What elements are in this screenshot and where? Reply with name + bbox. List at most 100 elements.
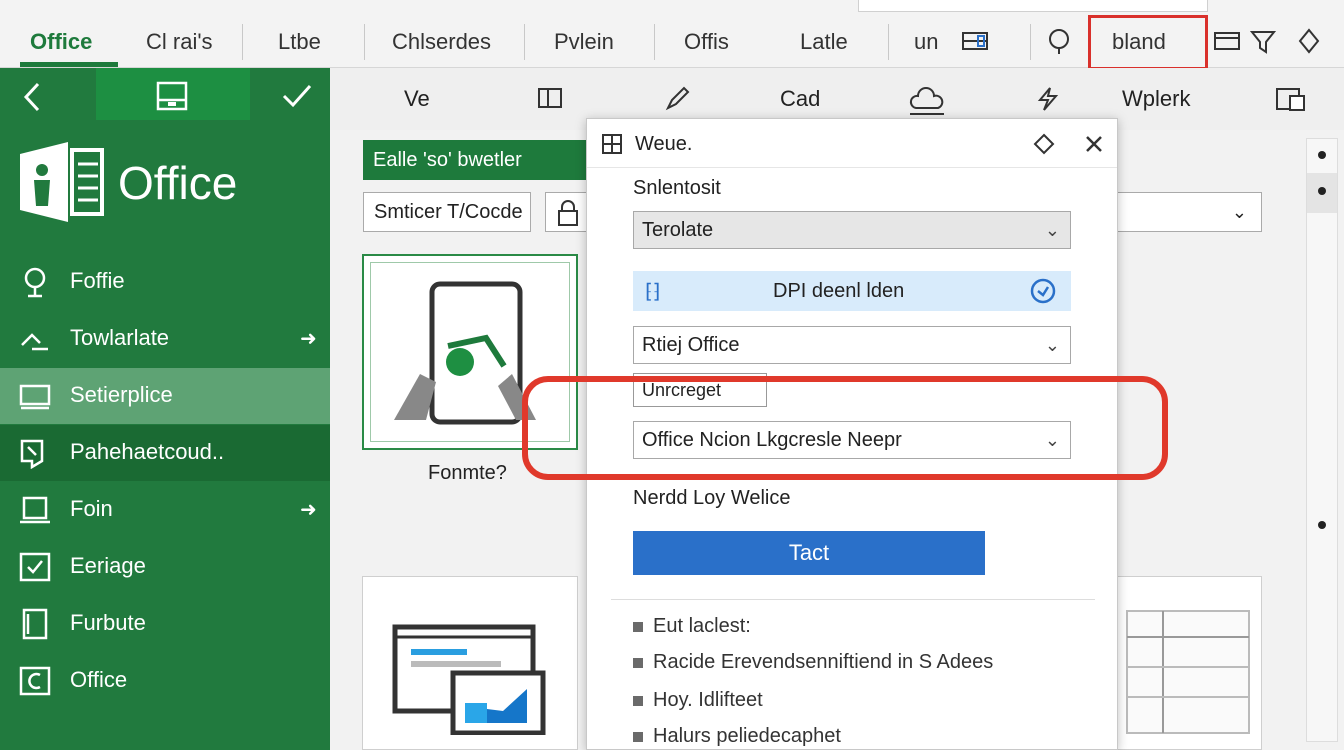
green-action-button[interactable]: Ealle 'so' bwetler [363, 140, 587, 180]
bullet-icon [633, 657, 643, 668]
office-select[interactable]: Rtiej Office ⌄ [633, 326, 1071, 364]
layout-icon[interactable] [536, 86, 566, 112]
devices-illustration [392, 624, 546, 735]
tab-4[interactable]: Chlserdes [392, 22, 491, 62]
sidebar-item-label: Office [70, 667, 128, 692]
tab-2[interactable]: Cl rai's [146, 22, 213, 62]
back-icon[interactable] [18, 80, 48, 114]
list-item: Halurs peliedecaphet [633, 725, 841, 748]
office-square-icon [19, 666, 51, 696]
tab-3[interactable]: Ltbe [278, 22, 321, 62]
active-tab-underline [20, 62, 118, 67]
sidebar-item-6[interactable]: Eeriage [0, 539, 330, 595]
close-icon[interactable] [1083, 133, 1105, 155]
sidebar-item-2[interactable]: Towlarlate ➜ [0, 311, 330, 367]
tab-divider [654, 24, 655, 60]
sidebar-header [0, 68, 330, 124]
primary-button[interactable]: Tact [633, 531, 985, 575]
cloud-icon[interactable] [908, 86, 946, 116]
right-dropdown[interactable]: ⌄ [1110, 192, 1262, 232]
document-edit-icon [20, 439, 44, 469]
monitor-icon [19, 384, 51, 410]
dialog-divider [611, 599, 1095, 600]
list-item: Hoy. Idlifteet [633, 689, 763, 712]
list-item-text: Eut laclest: [653, 615, 751, 637]
tab-6[interactable]: Offis [684, 22, 729, 62]
diamond-icon[interactable] [1033, 133, 1055, 155]
card-caption: Fonmte? [428, 462, 507, 484]
dialog-title: Weue. [635, 133, 693, 155]
sidebar-item-label: Foin [70, 496, 113, 521]
info-bar-text: DPI deenl lden [773, 280, 905, 302]
checkmark-icon[interactable] [280, 80, 314, 112]
tab-divider [888, 24, 889, 60]
tab-7[interactable]: Latle [800, 22, 848, 62]
chevron-down-icon: ⌄ [1044, 335, 1060, 355]
lightbulb-icon[interactable] [1044, 26, 1074, 56]
lock-field[interactable] [545, 192, 589, 232]
panel-icon[interactable] [1274, 86, 1308, 114]
refresh-icon[interactable] [1029, 277, 1057, 305]
list-item-text: Racide Erevendsenniftiend in S Adees [653, 651, 994, 673]
right-scrollbar[interactable] [1306, 138, 1338, 742]
sidebar-item-label: Setierplice [70, 382, 173, 407]
office-logo-icon [20, 142, 104, 222]
search-field[interactable]: Smticer T/Cocde [363, 192, 531, 232]
list-item-text: Halurs peliedecaphet [653, 725, 841, 747]
sidebar-item-4[interactable]: Pahehaetcoud.. [0, 425, 330, 481]
sheet-thumbnail [1126, 610, 1250, 734]
sidebar-item-7[interactable]: Furbute [0, 596, 330, 652]
sidebar-item-5[interactable]: Foin ➜ [0, 482, 330, 538]
dialog-section2-label: Nerdd Loy Welice [633, 487, 791, 509]
chevron-down-icon: ⌄ [1044, 220, 1060, 240]
highlight-box [1088, 15, 1208, 70]
template-select[interactable]: Terolate ⌄ [633, 211, 1071, 249]
dialog-header-divider [587, 167, 1117, 168]
laptop-icon [20, 496, 50, 524]
list-item: Eut laclest: [633, 615, 751, 638]
tab-divider [1030, 24, 1031, 60]
sidebar-item-8[interactable]: Office [0, 653, 330, 709]
tab-office[interactable]: Office [30, 22, 92, 62]
bullet-icon [633, 695, 643, 706]
chevron-down-icon: ⌄ [1231, 202, 1247, 222]
list-item-text: Hoy. Idlifteet [653, 689, 763, 711]
ribbon-icon[interactable] [960, 26, 990, 56]
tab-5[interactable]: Pvlein [554, 22, 614, 62]
save-icon[interactable] [154, 80, 190, 112]
select-value: Terolate [642, 219, 714, 241]
bullet-icon [633, 731, 643, 742]
top-search-box[interactable] [858, 0, 1208, 12]
tab-8[interactable]: un [914, 22, 938, 62]
chevron-right-icon: ➜ [300, 328, 317, 350]
scroll-dot-icon [1318, 151, 1326, 159]
top-tab-bar: Office Cl rai's Ltbe Chlserdes Pvlein Of… [0, 0, 1344, 70]
sidebar-item-1[interactable]: Foffie [0, 254, 330, 310]
window-icon[interactable] [1212, 26, 1242, 56]
filter-icon[interactable] [1248, 26, 1278, 56]
lock-icon [558, 200, 578, 226]
grid-icon [602, 134, 622, 154]
pin-icon[interactable] [1294, 26, 1324, 56]
heart-pin-icon [24, 267, 46, 298]
pencil-icon[interactable] [664, 86, 692, 112]
scroll-dot-icon [1318, 187, 1326, 195]
bullet-icon [633, 621, 643, 632]
scroll-dot-icon [1318, 521, 1326, 529]
template-card-2[interactable] [362, 576, 578, 750]
toolbar-cad[interactable]: Cad [780, 86, 820, 112]
sidebar-item-label: Foffie [70, 268, 125, 293]
template-card-3[interactable] [1112, 576, 1262, 750]
sidebar-brand: Office [118, 157, 238, 209]
sidebar-item-3[interactable]: Setierplice [0, 368, 330, 424]
toolbar-wplerk[interactable]: Wplerk [1122, 86, 1190, 112]
cloud-arrow-icon [21, 333, 48, 351]
info-marker-icon: ⁅⁆ [645, 281, 661, 303]
info-bar[interactable]: ⁅⁆ DPI deenl lden [633, 271, 1071, 311]
tablet-icon [22, 608, 48, 640]
flash-icon[interactable] [1034, 86, 1062, 112]
toolbar-ve[interactable]: Ve [404, 86, 430, 112]
tab-divider [364, 24, 365, 60]
sidebar-item-label: Towlarlate [70, 325, 170, 350]
sidebar-item-label: Eeriage [70, 553, 146, 578]
